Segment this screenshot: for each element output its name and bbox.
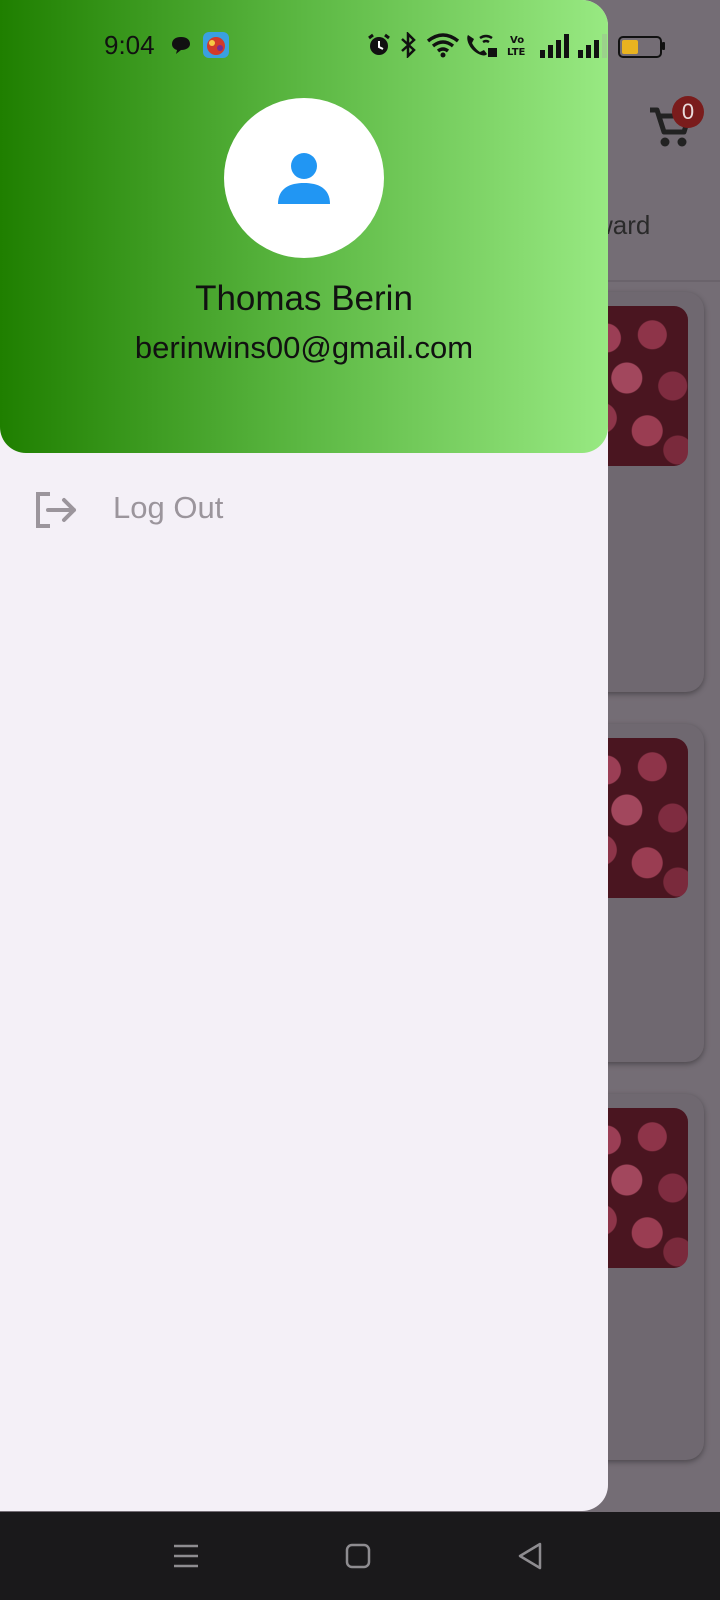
alarm-icon	[368, 33, 390, 55]
back-icon[interactable]	[508, 1534, 552, 1578]
game-app-icon	[203, 32, 229, 58]
avatar[interactable]	[224, 98, 384, 258]
home-icon[interactable]	[336, 1534, 380, 1578]
message-icon	[172, 37, 190, 54]
signal-icon	[578, 34, 607, 58]
status-time: 9:04	[104, 30, 155, 60]
logout-menu-item[interactable]: Log Out	[0, 470, 608, 550]
signal-icon	[540, 34, 569, 58]
svg-text:LTE: LTE	[507, 47, 526, 58]
menu-icon[interactable]	[164, 1534, 208, 1578]
logout-label: Log Out	[113, 490, 224, 525]
person-icon	[278, 153, 330, 204]
cart-count-badge: 0	[672, 96, 704, 128]
volte-icon: Vo LTE	[507, 35, 526, 58]
user-email: berinwins00@gmail.com	[134, 330, 474, 365]
drawer-header: 9:04 Vo LTE Thomas Berin berinwins00@gma…	[0, 0, 608, 453]
user-name: Thomas Berin	[195, 279, 413, 318]
logout-icon	[36, 492, 76, 528]
wifi-icon	[426, 33, 460, 58]
svg-text:Vo: Vo	[510, 35, 524, 46]
battery-icon	[618, 36, 662, 58]
wifi-calling-icon	[467, 34, 497, 57]
bluetooth-icon	[401, 32, 416, 58]
system-nav-bar	[0, 1512, 720, 1600]
battery-tip	[662, 42, 665, 50]
navigation-drawer: 9:04 Vo LTE Thomas Berin berinwins00@gma…	[0, 0, 608, 1511]
